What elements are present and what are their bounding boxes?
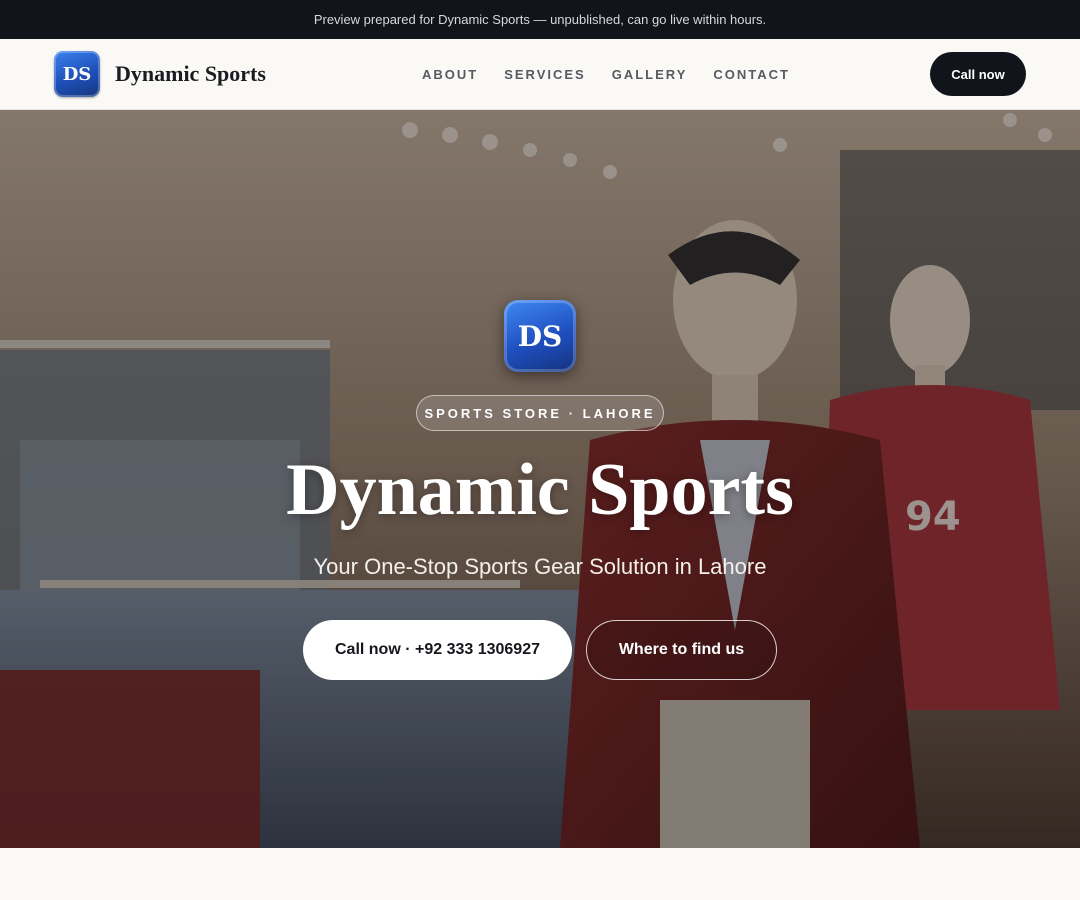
brand-name: Dynamic Sports (115, 61, 266, 86)
announcement-text: Preview prepared for Dynamic Sports — un… (313, 12, 767, 27)
nav-item-services[interactable]: SERVICES (504, 67, 586, 82)
nav-item-gallery[interactable]: GALLERY (612, 67, 688, 82)
site-header: DS Dynamic Sports ABOUT SERVICES GALLERY… (0, 39, 1080, 110)
nav-item-about[interactable]: ABOUT (422, 67, 478, 82)
hero-logo-icon: DS (504, 300, 576, 372)
hero-location-button[interactable]: Where to find us (586, 620, 777, 680)
hero-call-button[interactable]: Call now · +92 333 1306927 (303, 620, 572, 680)
hero-badge: SPORTS STORE · LAHORE (416, 395, 664, 431)
nav-item-contact[interactable]: CONTACT (713, 67, 790, 82)
brand-logo-icon: DS (54, 51, 100, 97)
hero-section: 94 DS SPORTS STORE · LAHORE Dynamic Spor… (0, 110, 1080, 848)
brand[interactable]: DS Dynamic Sports (54, 51, 266, 97)
announcement-bar: Preview prepared for Dynamic Sports — un… (0, 0, 1080, 39)
header-call-button[interactable]: Call now (930, 52, 1026, 96)
hero-subtitle: Your One-Stop Sports Gear Solution in La… (313, 554, 767, 579)
main-nav: ABOUT SERVICES GALLERY CONTACT (422, 39, 790, 109)
hero-title: Dynamic Sports (286, 449, 794, 531)
